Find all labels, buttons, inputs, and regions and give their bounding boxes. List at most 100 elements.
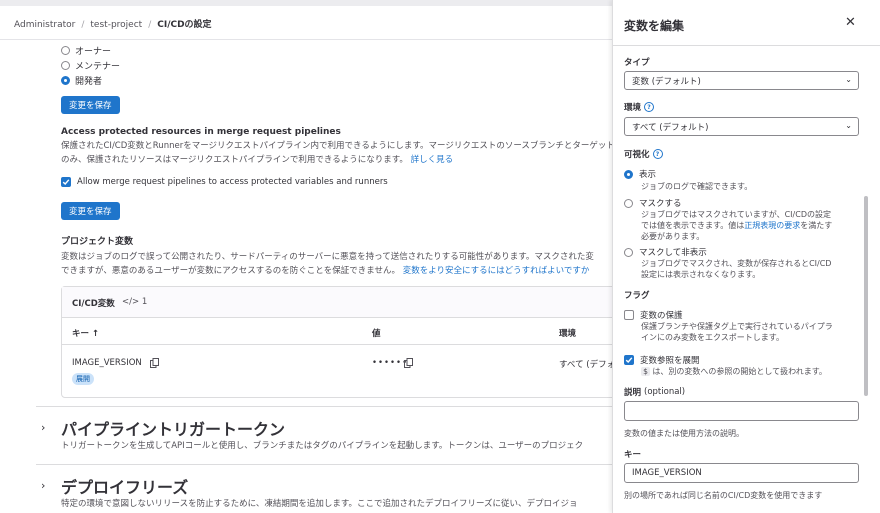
checkbox-icon[interactable] [624, 310, 634, 320]
protect-variable-checkbox[interactable]: 変数の保護 [624, 309, 683, 321]
radio-icon[interactable] [61, 46, 70, 55]
environment-select[interactable]: すべて (デフォルト) ⌄ [624, 117, 859, 136]
section-divider [36, 406, 612, 407]
radio-icon[interactable] [61, 61, 70, 70]
role-option-maintainer[interactable]: メンテナー [61, 59, 120, 72]
variable-value-masked: •••••• [372, 358, 409, 368]
deploy-freeze-desc: 特定の環境で意図しないリリースを防止するために、凍結期間を追加します。ここで追加… [61, 499, 578, 509]
desc-text: を満たす [800, 221, 833, 230]
drawer-scrollbar[interactable] [864, 196, 868, 396]
environment-label: 環境? [624, 101, 655, 113]
allow-mr-pipelines-checkbox[interactable]: Allow merge request pipelines to access … [61, 177, 388, 187]
dollar-code: $ [641, 367, 650, 376]
card-header: CI/CD変数 </> 1 [62, 287, 612, 318]
visibility-hidden-desc2: 設定には表示されなくなります。 [641, 270, 761, 279]
breadcrumb-separator: / [148, 20, 152, 30]
role-label: 開発者 [75, 77, 103, 87]
expand-reference-checkbox[interactable]: 変数参照を展開 [624, 354, 700, 366]
project-vars-desc-text: できますが、悪意のあるユーザーが変数にアクセスするのを防ぐことを保証できません。 [61, 266, 400, 276]
visibility-masked-desc1: ジョブログではマスクされていますが、CI/CDの設定 [641, 210, 831, 219]
description-help: 変数の値または使用方法の説明。 [624, 429, 744, 438]
checkbox-checked-icon[interactable] [624, 355, 634, 365]
access-desc-line2: のみ、保護されたリソースはマージリクエストパイプラインで利用できるようになります… [61, 153, 453, 167]
option-label: 表示 [639, 170, 657, 180]
radio-icon[interactable] [624, 247, 633, 257]
flags-label: フラグ [624, 289, 650, 301]
desc-text: は、別の変数への参照の開始として扱われます。 [652, 367, 827, 376]
learn-more-link[interactable]: 詳しく見る [411, 155, 454, 165]
type-label: タイプ [624, 56, 650, 68]
chevron-down-icon: ⌄ [845, 121, 852, 130]
breadcrumb-item-project[interactable]: test-project [90, 20, 142, 30]
help-icon[interactable]: ? [644, 102, 655, 112]
save-access-button[interactable]: 変更を保存 [61, 202, 120, 220]
save-roles-button[interactable]: 変更を保存 [61, 96, 120, 114]
visibility-masked-desc2: では値を表示できます。値は正規表現の要求を満たす [641, 220, 832, 231]
radio-selected-icon[interactable] [624, 169, 633, 179]
desc-text: では値を表示できます。値は [641, 221, 745, 230]
role-option-developer[interactable]: 開発者 [61, 74, 102, 87]
count-value: 1 [141, 297, 148, 307]
visibility-label: 可視化? [624, 148, 663, 160]
environment-label-text: 環境 [624, 103, 642, 113]
expand-desc: $ は、別の変数への参照の開始として扱われます。 [641, 366, 827, 377]
deploy-freeze-title[interactable]: デプロイフリーズ [61, 474, 188, 498]
access-desc-text: のみ、保護されたリソースはマージリクエストパイプラインで利用できるようになります… [61, 155, 408, 165]
visibility-option-visible[interactable]: 表示 [624, 168, 656, 180]
breadcrumb-separator: / [81, 20, 85, 30]
variable-key: IMAGE_VERSION [72, 358, 142, 368]
flags-label-text: フラグ [624, 291, 650, 301]
visibility-hidden-desc1: ジョブログでマスクされ、変数が保存されるとCI/CD [641, 259, 832, 268]
type-select-value: 変数 (デフォルト) [632, 76, 701, 87]
breadcrumb-item-current[interactable]: CI/CDの設定 [157, 20, 211, 30]
description-input[interactable] [624, 401, 859, 421]
copy-value-icon[interactable] [404, 358, 413, 371]
safer-vars-link[interactable]: 変数をより安全にするにはどうすればよいですか [403, 266, 590, 276]
trigger-tokens-title[interactable]: パイプライントリガートークン [61, 416, 285, 440]
regex-requirements-link[interactable]: 正規表現の要求 [744, 221, 800, 230]
role-label: オーナー [75, 47, 112, 57]
close-icon[interactable]: ✕ [845, 15, 856, 30]
expand-badge: 展開 [72, 373, 94, 385]
role-option-owner[interactable]: オーナー [61, 44, 111, 57]
option-label: マスクする [639, 199, 682, 209]
help-icon[interactable]: ? [652, 149, 663, 159]
description-label-text: 説明 [624, 388, 642, 398]
radio-icon[interactable] [624, 198, 633, 208]
checkbox-checked-icon[interactable] [61, 177, 71, 187]
project-vars-desc-line2: できますが、悪意のあるユーザーが変数にアクセスするのを防ぐことを保証できません。… [61, 264, 589, 278]
card-title: CI/CD変数 [72, 299, 115, 309]
section-divider [36, 464, 612, 465]
radio-selected-icon[interactable] [61, 76, 70, 85]
visibility-label-text: 可視化 [624, 150, 650, 160]
key-label: キー [624, 448, 641, 460]
checkbox-label: Allow merge request pipelines to access … [77, 177, 388, 187]
column-value: 値 [372, 329, 381, 339]
protect-desc1: 保護ブランチや保護タグ上で実行されているパイプラ [641, 322, 833, 331]
trigger-tokens-desc: トリガートークンを生成してAPIコールと使用し、ブランチまたはタグのパイプライン… [61, 441, 584, 451]
visibility-option-masked-hidden[interactable]: マスクして非表示 [624, 246, 707, 258]
key-label-text: キー [624, 450, 642, 460]
copy-key-icon[interactable] [150, 358, 159, 371]
chevron-right-icon[interactable]: › [41, 421, 45, 434]
option-label: マスクして非表示 [639, 248, 707, 258]
chevron-right-icon[interactable]: › [41, 479, 45, 492]
table-header: キー ↑ 値 環境 [62, 318, 612, 345]
role-label: メンテナー [75, 62, 121, 72]
column-key[interactable]: キー ↑ [72, 327, 99, 339]
checkbox-label: 変数の保護 [640, 311, 683, 321]
breadcrumb-item-admin[interactable]: Administrator [14, 20, 75, 30]
key-help: 別の場所であれば同じ名前のCI/CD変数を使用できます [624, 491, 823, 500]
key-input[interactable]: IMAGE_VERSION [624, 463, 859, 483]
variable-count: </> 1 [122, 297, 147, 307]
chevron-down-icon: ⌄ [845, 75, 852, 84]
checkbox-label: 変数参照を展開 [640, 356, 700, 366]
environment-select-value: すべて (デフォルト) [632, 122, 709, 133]
description-label: 説明 (optional) [624, 386, 685, 398]
optional-text: (optional) [644, 387, 686, 397]
ci-variables-card: CI/CD変数 </> 1 キー ↑ 値 環境 IMAGE_VERSION 展開… [61, 286, 612, 398]
access-protected-title: Access protected resources in merge requ… [61, 127, 341, 137]
edit-variable-drawer: 変数を編集 ✕ タイプ 変数 (デフォルト) ⌄ 環境? すべて (デフォルト)… [612, 0, 880, 513]
type-select[interactable]: 変数 (デフォルト) ⌄ [624, 71, 859, 90]
visibility-option-masked[interactable]: マスクする [624, 197, 682, 209]
